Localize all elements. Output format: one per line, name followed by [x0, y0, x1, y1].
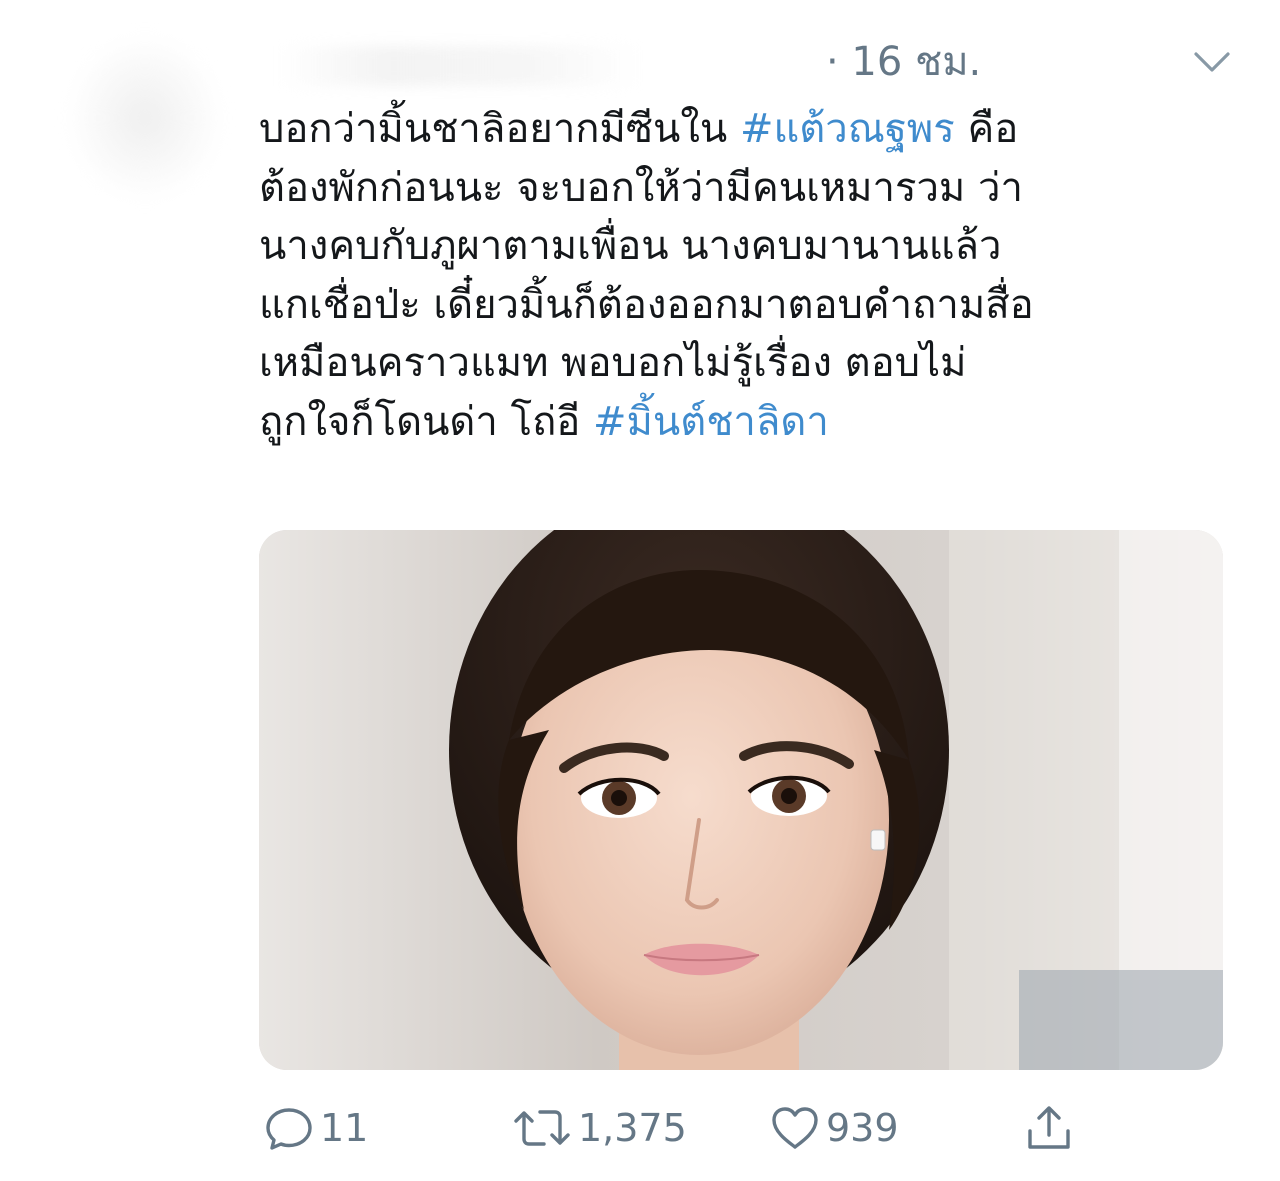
tweet-media-photo[interactable]	[259, 530, 1223, 1070]
blurred-author-name[interactable]	[280, 46, 640, 86]
tweet-text-segment: ถูกใจก็โดนด่า โถ่อี	[259, 398, 594, 445]
tweet-header: · 16 ชม.	[0, 28, 1280, 198]
retweet-icon	[514, 1110, 570, 1146]
retweet-button[interactable]: 1,375	[510, 1095, 687, 1161]
tweet-text-line: แกเชื่อป่ะ เดี๋ยวมิ้นก็ต้องออกมาตอบคำถาม…	[259, 276, 1219, 335]
tweet-actions-bar: 11 1,375 939	[0, 1095, 1280, 1165]
like-button[interactable]: 939	[768, 1095, 899, 1161]
tweet-text-segment: ต้องพักก่อนนะ จะบอกให้ว่ามีคนเหมารวม ว่า	[259, 164, 1023, 211]
reply-icon	[266, 1108, 312, 1150]
like-count: 939	[826, 1106, 899, 1150]
tweet-text-segment: นางคบกับภูผาตามเพื่อน นางคบมานานแล้ว	[259, 223, 1002, 269]
hashtag-link[interactable]: #แต้วณฐพร	[740, 106, 955, 152]
tweet-text-line: ต้องพักก่อนนะ จะบอกให้ว่ามีคนเหมารวม ว่า	[259, 159, 1219, 218]
tweet-timestamp[interactable]: · 16 ชม.	[826, 38, 981, 86]
portrait-photo	[259, 530, 1223, 1070]
tweet-text-segment: เหมือนคราวแมท พอบอกไม่รู้เรื่อง ตอบไม่	[259, 340, 967, 386]
tweet-card: · 16 ชม. บอกว่ามิ้นชาลิอยากมีซีนใน #แต้ว…	[0, 0, 1280, 1181]
chevron-down-icon[interactable]	[1190, 42, 1234, 82]
tweet-text-segment: คือ	[954, 106, 1019, 152]
reply-button[interactable]: 11	[262, 1095, 368, 1161]
heart-icon	[772, 1107, 818, 1149]
reply-count: 11	[320, 1106, 369, 1150]
tweet-text-line: เหมือนคราวแมท พอบอกไม่รู้เรื่อง ตอบไม่	[259, 334, 1219, 393]
tweet-text-line: นางคบกับภูผาตามเพื่อน นางคบมานานแล้ว	[259, 217, 1219, 276]
share-icon	[1028, 1106, 1070, 1149]
tweet-text: บอกว่ามิ้นชาลิอยากมีซีนใน #แต้วณฐพร คือต…	[259, 100, 1219, 451]
tweet-text-segment: แกเชื่อป่ะ เดี๋ยวมิ้นก็ต้องออกมาตอบคำถาม…	[259, 281, 1034, 328]
retweet-count: 1,375	[578, 1106, 687, 1150]
share-button[interactable]	[1022, 1095, 1076, 1161]
tweet-text-segment: บอกว่ามิ้นชาลิอยากมีซีนใน	[259, 106, 740, 152]
tweet-text-line: ถูกใจก็โดนด่า โถ่อี #มิ้นต์ชาลิดา	[259, 393, 1219, 452]
tweet-text-line: บอกว่ามิ้นชาลิอยากมีซีนใน #แต้วณฐพร คือ	[259, 100, 1219, 159]
hashtag-link[interactable]: #มิ้นต์ชาลิดา	[593, 399, 829, 445]
blurred-avatar[interactable]	[70, 38, 220, 198]
